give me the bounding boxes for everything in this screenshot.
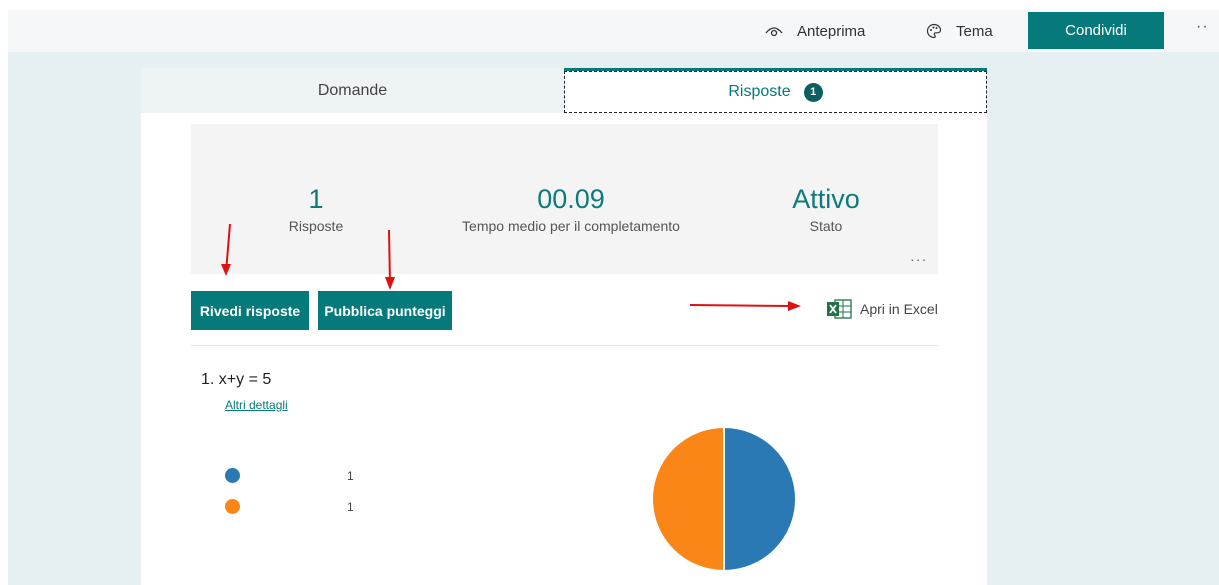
stat-responses-label: Risposte (288, 218, 344, 234)
share-button[interactable]: Condividi (1028, 12, 1164, 49)
open-in-excel-button[interactable]: Apri in Excel (827, 298, 938, 320)
review-responses-button[interactable]: Rivedi risposte (191, 291, 309, 330)
focus-outline (564, 71, 987, 113)
legend-item (225, 468, 240, 483)
top-bar: Anteprima Tema Condividi ·· (8, 10, 1219, 52)
question-title: 1. x+y = 5 (201, 371, 271, 389)
question-number: 1. (201, 371, 215, 388)
open-in-excel-label: Apri in Excel (860, 301, 938, 317)
eye-icon (765, 25, 783, 37)
palette-icon (926, 23, 942, 39)
stat-average-time: 00.09 Tempo medio per il completamento (436, 182, 706, 234)
form-card: Domande Risposte 1 1 Risposte 00.09 Temp… (141, 68, 987, 585)
excel-icon (827, 298, 852, 320)
tab-bar: Domande Risposte 1 (141, 68, 987, 113)
legend-count: 1 (347, 500, 354, 514)
theme-button[interactable]: Tema (926, 10, 993, 52)
stat-status-value: Attivo (792, 184, 860, 214)
legend-count: 1 (347, 469, 354, 483)
more-details-link[interactable]: Altri dettagli (225, 398, 288, 412)
preview-label: Anteprima (797, 22, 866, 40)
stat-average-time-label: Tempo medio per il completamento (462, 218, 680, 234)
stat-status: Attivo Stato (761, 182, 891, 234)
legend-item (225, 499, 240, 514)
tab-responses[interactable]: Risposte 1 (564, 68, 987, 113)
app-window: Anteprima Tema Condividi ·· Domande Risp… (8, 10, 1219, 585)
summary-panel: 1 Risposte 00.09 Tempo medio per il comp… (191, 124, 938, 274)
preview-button[interactable]: Anteprima (765, 10, 865, 52)
section-divider (191, 345, 938, 346)
publish-scores-button[interactable]: Pubblica punteggi (318, 291, 452, 330)
pie-slice[interactable] (651, 426, 725, 572)
question-text: x+y = 5 (218, 371, 272, 388)
legend-dot-orange (225, 499, 240, 514)
tab-questions[interactable]: Domande (141, 68, 564, 113)
more-options-button[interactable]: ·· (1196, 18, 1209, 36)
stat-responses-value: 1 (308, 184, 324, 214)
theme-label: Tema (956, 22, 993, 40)
pie-chart (651, 426, 797, 572)
pie-slice[interactable] (723, 426, 797, 572)
stat-responses: 1 Risposte (261, 182, 371, 234)
stat-status-label: Stato (809, 218, 843, 234)
summary-more-button[interactable]: ... (910, 248, 928, 264)
tab-questions-label: Domande (317, 81, 388, 99)
legend-dot-blue (225, 468, 240, 483)
stat-average-time-value: 00.09 (537, 184, 605, 214)
